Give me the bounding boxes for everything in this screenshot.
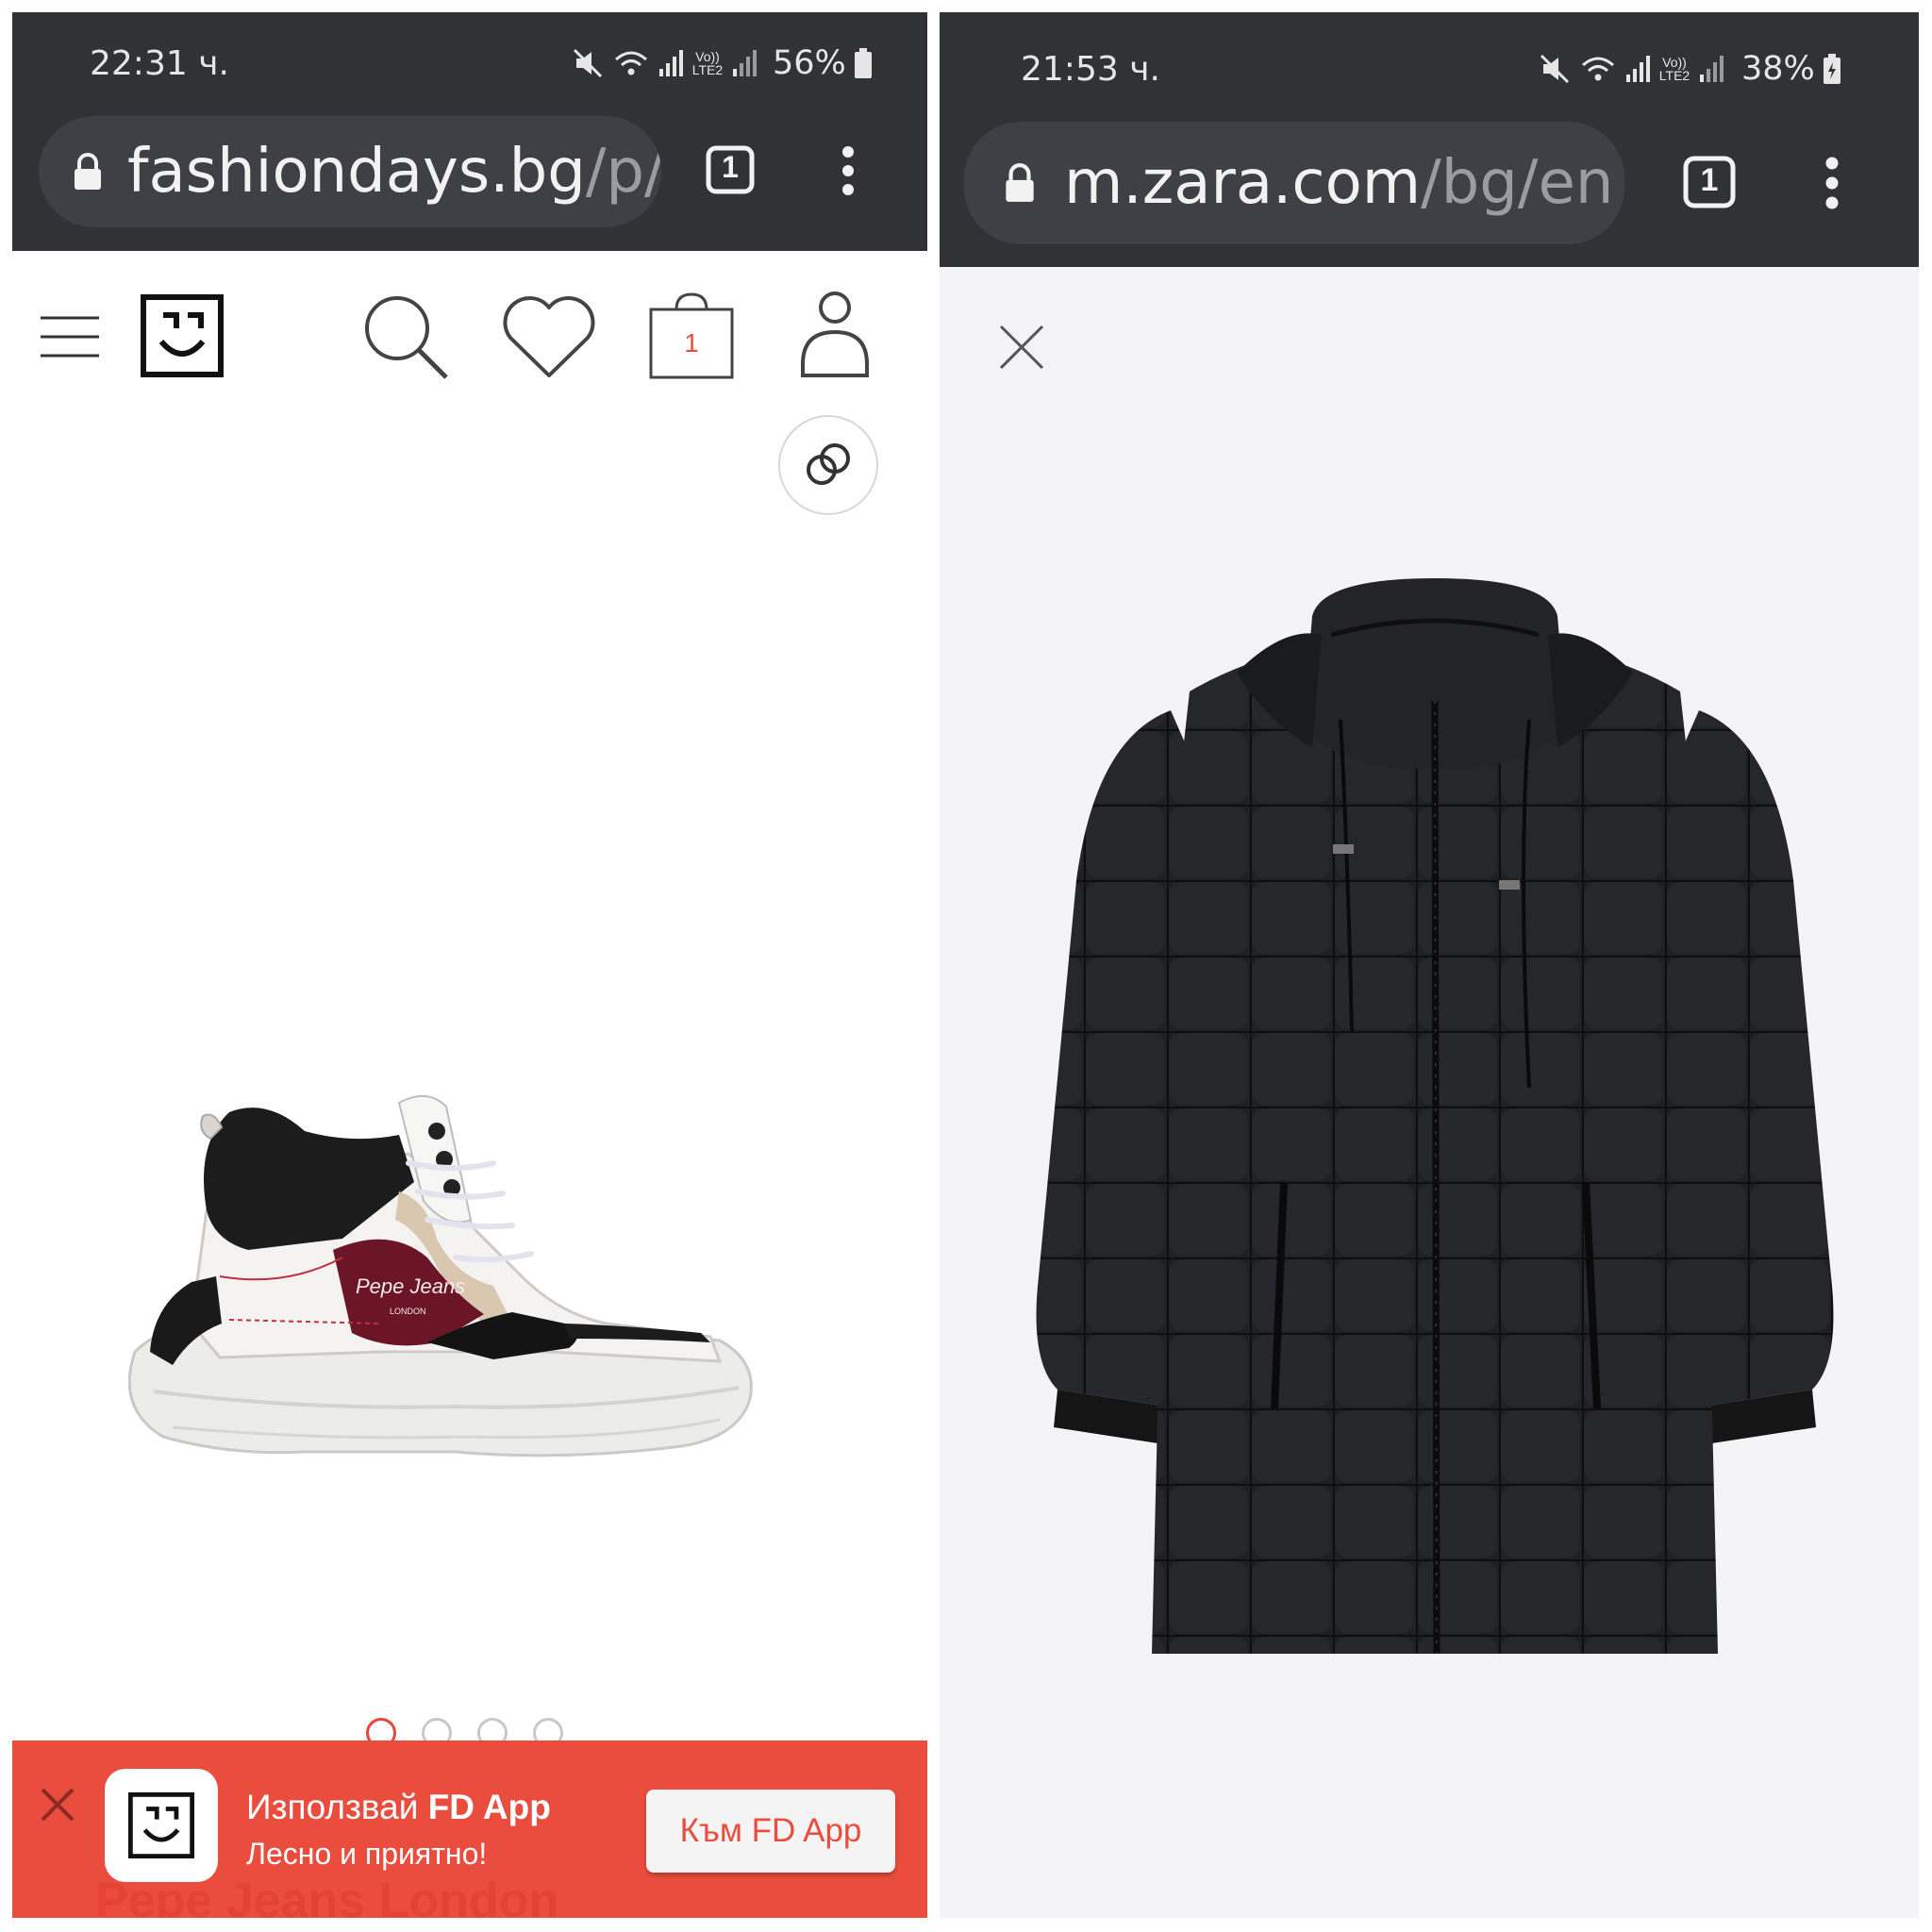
fd-logo-icon[interactable] [141, 294, 224, 377]
status-time: 22:31 ч. [90, 44, 229, 83]
app-promo-banner: Pepe Jeans London Използвай FD App Лесно… [12, 1740, 927, 1918]
url-path: /p/( [585, 137, 661, 207]
menu-dots-icon[interactable] [841, 144, 856, 197]
fd-logo-icon [128, 1792, 194, 1858]
menu-dots-icon[interactable] [1824, 156, 1840, 210]
url-text: m.zara.com/bg/en [1064, 148, 1613, 218]
url-domain: m.zara.com [1064, 148, 1422, 218]
hamburger-icon[interactable] [39, 315, 101, 358]
battery-percent: 38% [1741, 50, 1815, 88]
bag-count: 1 [684, 328, 699, 358]
close-icon[interactable] [39, 1786, 76, 1824]
lock-icon [75, 153, 101, 190]
product-logo-text: Pepe Jeans [356, 1274, 465, 1298]
promo-title-prefix: Използвай [246, 1788, 419, 1826]
wifi-icon [615, 51, 647, 75]
battery-icon [854, 48, 872, 78]
heart-icon[interactable] [499, 294, 599, 379]
url-text: fashiondays.bg/p/( [127, 137, 661, 207]
mute-icon [573, 48, 603, 78]
tab-count: 1 [1700, 162, 1719, 198]
fd-app-logo [105, 1769, 218, 1882]
site-header: 1 [12, 251, 927, 402]
battery-percent: 56% [773, 44, 846, 82]
status-time: 21:53 ч. [1021, 50, 1160, 89]
signal-icon [733, 50, 757, 76]
close-icon[interactable] [998, 324, 1045, 371]
signal-icon [659, 50, 683, 76]
open-app-button[interactable]: Към FD App [646, 1790, 895, 1873]
tabs-button[interactable]: 1 [1683, 156, 1736, 208]
browser-chrome: 21:53 ч. Vo)) LTE2 38% m.zara.com/bg/en … [940, 12, 1919, 267]
user-icon[interactable] [799, 291, 871, 379]
signal-icon [1700, 56, 1724, 82]
mute-icon [1540, 54, 1570, 84]
status-icons: Vo)) LTE2 38% [1538, 50, 1841, 88]
zara-screen: 21:53 ч. Vo)) LTE2 38% m.zara.com/bg/en … [940, 12, 1919, 1918]
wifi-icon [1582, 57, 1614, 81]
product-image[interactable]: Pepe Jeans LONDON [116, 1041, 833, 1493]
browser-chrome: 22:31 ч. Vo)) LTE2 56% fashiondays.bg/p/… [12, 12, 927, 251]
promo-title: Използвай FD App [246, 1788, 551, 1827]
url-bar[interactable]: fashiondays.bg/p/( [39, 116, 661, 227]
promo-subtitle: Лесно и приятно! [246, 1837, 488, 1871]
product-image[interactable] [1001, 578, 1869, 1682]
lock-icon [1006, 163, 1034, 202]
bag-button[interactable]: 1 [646, 289, 737, 379]
share-button[interactable] [778, 415, 878, 515]
product-logo-sub: LONDON [390, 1307, 426, 1316]
url-bar[interactable]: m.zara.com/bg/en [964, 122, 1624, 244]
signal-icon [1626, 56, 1650, 82]
search-icon[interactable] [361, 292, 452, 383]
tabs-button[interactable]: 1 [706, 145, 755, 194]
network-label: Vo)) LTE2 [1658, 55, 1690, 83]
share-icon [807, 443, 850, 485]
url-path: /bg/en [1421, 148, 1614, 218]
promo-title-app: FD App [427, 1788, 551, 1826]
status-icons: Vo)) LTE2 56% [571, 44, 873, 82]
battery-icon [1823, 54, 1840, 84]
fashiondays-screen: 22:31 ч. Vo)) LTE2 56% fashiondays.bg/p/… [12, 12, 927, 1918]
tab-count: 1 [722, 150, 739, 184]
network-label: Vo)) LTE2 [691, 49, 724, 77]
url-domain: fashiondays.bg [127, 137, 586, 207]
